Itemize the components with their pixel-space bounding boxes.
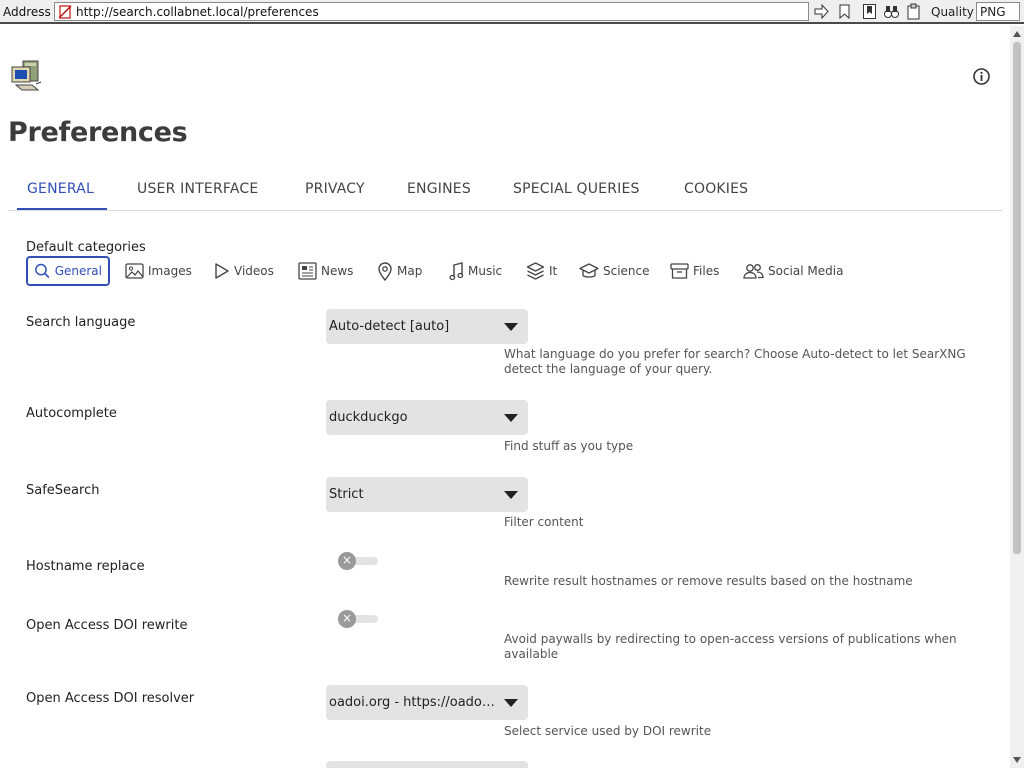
oa-doi-resolver-description: Select service used by DOI rewrite xyxy=(504,724,712,738)
category-social-media[interactable]: Social Media xyxy=(743,256,843,286)
url-text: http://search.collabnet.local/preference… xyxy=(76,5,319,19)
category-label: It xyxy=(549,264,558,278)
category-label: Science xyxy=(603,264,650,278)
oa-doi-rewrite-label: Open Access DOI rewrite xyxy=(26,618,188,633)
hostname-replace-label: Hostname replace xyxy=(26,559,145,574)
search-language-select[interactable]: Auto-detect [auto] xyxy=(326,309,528,344)
category-label: News xyxy=(321,264,354,278)
preferences-tabs: GENERAL USER INTERFACE PRIVACY ENGINES S… xyxy=(8,170,1002,211)
search-icon xyxy=(35,263,50,279)
oa-doi-resolver-value: oadoi.org - https://oadoi.org/ xyxy=(329,695,495,710)
tab-cookies[interactable]: COOKIES xyxy=(684,181,748,197)
address-input[interactable]: http://search.collabnet.local/preference… xyxy=(54,2,809,21)
quality-value: PNG xyxy=(980,5,1006,19)
oa-doi-rewrite-description: Avoid paywalls by redirecting to open-ac… xyxy=(504,632,957,661)
toggle-off-x-icon: × xyxy=(338,610,356,628)
bookmark-icon[interactable] xyxy=(836,3,853,20)
search-language-value: Auto-detect [auto] xyxy=(329,319,450,334)
image-icon xyxy=(125,263,144,279)
oa-doi-resolver-select[interactable]: oadoi.org - https://oadoi.org/ xyxy=(326,685,528,720)
oa-doi-resolver-label: Open Access DOI resolver xyxy=(26,691,195,706)
quality-select[interactable]: PNG xyxy=(976,2,1020,21)
clipboard-icon[interactable] xyxy=(905,3,922,20)
category-map[interactable]: Map xyxy=(377,256,422,286)
address-label: Address xyxy=(3,5,51,19)
toggle-off-x-icon: × xyxy=(338,552,356,570)
autocomplete-select[interactable]: duckduckgo xyxy=(326,400,528,435)
default-categories-label: Default categories xyxy=(26,240,146,255)
people-icon xyxy=(743,264,764,279)
category-label: Map xyxy=(397,264,423,278)
category-label: Files xyxy=(693,264,720,278)
dropdown-arrow-icon xyxy=(504,491,518,499)
site-logo-computer-icon[interactable] xyxy=(10,58,44,94)
scrollbar-thumb[interactable] xyxy=(1013,42,1021,554)
hostname-replace-description: Rewrite result hostnames or remove resul… xyxy=(504,574,913,588)
category-science[interactable]: Science xyxy=(579,256,650,286)
music-note-icon xyxy=(449,261,464,280)
vertical-scrollbar[interactable] xyxy=(1010,26,1024,768)
search-language-description: What language do you prefer for search? … xyxy=(504,347,966,376)
safesearch-value: Strict xyxy=(329,487,364,502)
autocomplete-value: duckduckgo xyxy=(329,410,408,425)
scroll-down-arrow-icon[interactable] xyxy=(1013,757,1021,763)
page-title: Preferences xyxy=(8,117,188,148)
safesearch-select[interactable]: Strict xyxy=(326,477,528,512)
category-files[interactable]: Files xyxy=(670,256,719,286)
insecure-page-icon xyxy=(59,5,72,19)
autocomplete-description: Find stuff as you type xyxy=(504,439,634,453)
browser-toolbar: Address http://search.collabnet.local/pr… xyxy=(0,0,1024,24)
play-icon xyxy=(215,263,229,279)
oa-doi-rewrite-toggle[interactable]: × xyxy=(336,609,378,629)
category-label: Videos xyxy=(234,264,274,278)
hostname-replace-toggle[interactable]: × xyxy=(336,551,378,571)
layers-icon xyxy=(526,262,545,280)
safesearch-label: SafeSearch xyxy=(26,483,100,498)
category-news[interactable]: News xyxy=(298,256,353,286)
newspaper-icon xyxy=(298,262,317,280)
category-label: General xyxy=(54,264,102,278)
category-label: Music xyxy=(468,264,503,278)
category-images[interactable]: Images xyxy=(125,256,192,286)
tab-special-queries[interactable]: SPECIAL QUERIES xyxy=(513,181,640,197)
tab-user-interface[interactable]: USER INTERFACE xyxy=(137,181,258,197)
dropdown-arrow-icon xyxy=(504,414,518,422)
tab-general[interactable]: GENERAL xyxy=(27,181,94,197)
graduation-cap-icon xyxy=(579,263,599,278)
autocomplete-label: Autocomplete xyxy=(26,406,117,421)
category-videos[interactable]: Videos xyxy=(214,256,274,286)
dropdown-arrow-icon xyxy=(504,323,518,331)
find-binoculars-icon[interactable] xyxy=(883,3,900,20)
category-label: Images xyxy=(148,264,192,278)
search-language-label: Search language xyxy=(26,315,136,330)
archive-icon xyxy=(670,263,689,279)
category-it[interactable]: It xyxy=(526,256,557,286)
safesearch-description: Filter content xyxy=(504,515,584,529)
go-arrow-icon[interactable] xyxy=(813,3,830,20)
bookmarks-list-icon[interactable] xyxy=(861,3,878,20)
category-label: Social Media xyxy=(768,264,844,278)
quality-label: Quality xyxy=(931,5,974,19)
category-music[interactable]: Music xyxy=(449,256,502,286)
scroll-up-arrow-icon[interactable] xyxy=(1013,31,1021,37)
info-icon[interactable] xyxy=(972,67,991,86)
tab-privacy[interactable]: PRIVACY xyxy=(305,181,365,197)
tab-engines[interactable]: ENGINES xyxy=(407,181,471,197)
category-general[interactable]: General xyxy=(26,256,110,286)
dropdown-arrow-icon xyxy=(504,699,518,707)
active-tab-indicator xyxy=(17,208,107,210)
map-pin-icon xyxy=(378,261,392,281)
next-setting-select[interactable] xyxy=(326,761,528,768)
